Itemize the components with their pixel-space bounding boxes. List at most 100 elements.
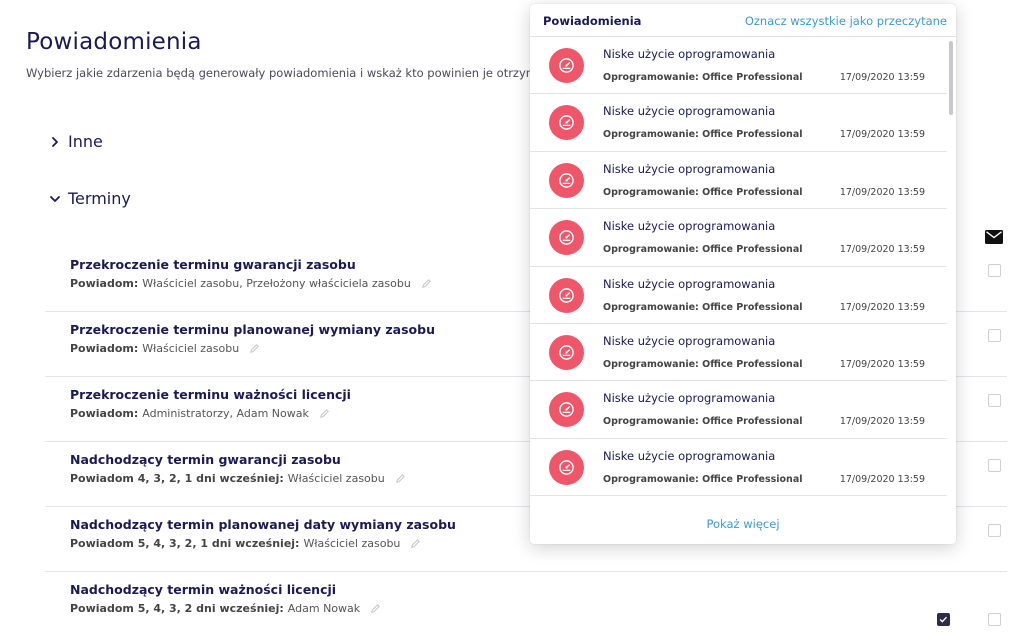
notification-meta: Oprogramowanie: Office Professional xyxy=(603,358,803,370)
notify-checkbox[interactable] xyxy=(988,524,1001,537)
notifications-title: Powiadomienia xyxy=(543,14,642,28)
notification-avatar xyxy=(549,334,584,370)
rule-notify-label: Powiadom 5, 4, 3, 2, 1 dni wcześniej: xyxy=(70,537,300,550)
pencil-icon[interactable] xyxy=(319,408,330,419)
notification-meta: Oprogramowanie: Office Professional xyxy=(603,244,803,256)
notification-time: 17/09/2020 13:59 xyxy=(839,72,925,83)
rule-title: Przekroczenie terminu ważności licencji xyxy=(70,387,351,402)
gauge-icon xyxy=(559,459,574,475)
rule-notify-label: Powiadom 5, 4, 3, 2 dni wcześniej: xyxy=(70,602,284,615)
notification-title: Niske użycie oprogramowania xyxy=(603,391,776,406)
rule-recipient-list: Administratorzy, Adam Nowak xyxy=(142,407,309,420)
rule-recipients: Powiadom 4, 3, 2, 1 dni wcześniej: Właści… xyxy=(70,472,406,485)
section-terminy-label: Terminy xyxy=(68,189,131,208)
rule-notify-label: Powiadom: xyxy=(70,277,139,290)
pencil-icon[interactable] xyxy=(370,603,381,614)
notification-item[interactable]: Niske użycie oprogramowania Oprogramowani… xyxy=(530,152,947,210)
gauge-icon xyxy=(559,58,574,73)
pencil-icon[interactable] xyxy=(395,473,406,484)
notification-meta: Oprogramowanie: Office Professional xyxy=(603,186,803,198)
notification-time: 17/09/2020 13:59 xyxy=(839,129,925,141)
notification-avatar xyxy=(549,48,584,83)
rule-notify-label: Powiadom: xyxy=(70,342,139,355)
notification-title: Niske użycie oprogramowania xyxy=(603,448,776,463)
notifications-panel: Powiadomienia Oznacz wszystkie jako prze… xyxy=(530,4,956,544)
gauge-icon xyxy=(559,402,574,418)
mark-all-read-link[interactable]: Oznacz wszystkie jako przeczytane xyxy=(745,14,947,28)
rule-recipients: Powiadom 5, 4, 3, 2 dni wcześniej: Adam N… xyxy=(70,602,381,615)
notifications-header: Powiadomienia Oznacz wszystkie jako prze… xyxy=(530,4,956,37)
notification-time: 17/09/2020 13:59 xyxy=(839,244,925,256)
gauge-icon xyxy=(559,287,574,303)
notification-meta: Oprogramowanie: Office Professional xyxy=(603,301,803,313)
rule-recipients: Powiadom: Właściciel zasobu, Przełożony w… xyxy=(70,277,432,290)
section-terminy-toggle[interactable]: Terminy xyxy=(48,189,131,208)
rule-title: Nadchodzący termin ważności licencji xyxy=(70,582,337,597)
notification-item[interactable]: Niske użycie oprogramowania Oprogramowani… xyxy=(530,267,947,324)
pencil-icon[interactable] xyxy=(249,343,260,354)
page-subtitle: Wybierz jakie zdarzenia będą generowały … xyxy=(26,66,571,80)
notification-title: Niske użycie oprogramowania xyxy=(603,161,776,176)
notification-meta: Oprogramowanie: Office Professional xyxy=(603,473,803,485)
notification-title: Niske użycie oprogramowania xyxy=(603,47,776,61)
notification-item[interactable]: Niske użycie oprogramowania Oprogramowani… xyxy=(530,439,947,495)
notification-time: 17/09/2020 13:59 xyxy=(839,186,925,198)
notify-checkbox[interactable] xyxy=(988,394,1001,407)
notification-meta: Oprogramowanie: Office Professional xyxy=(603,416,803,428)
gauge-icon xyxy=(559,115,574,131)
notification-avatar xyxy=(549,220,584,256)
rule-title: Przekroczenie terminu planowanej wymiany… xyxy=(70,322,435,337)
show-more-link[interactable]: Pokaż więcej xyxy=(530,517,956,531)
rule-recipients: Powiadom: Administratorzy, Adam Nowak xyxy=(70,407,330,420)
notification-item[interactable]: Niske użycie oprogramowania Oprogramowani… xyxy=(530,381,947,439)
gauge-icon xyxy=(559,345,574,360)
check-icon xyxy=(939,616,947,623)
rule-notify-label: Powiadom: xyxy=(70,407,139,420)
notification-avatar xyxy=(549,162,584,198)
rule-recipient-list: Właściciel zasobu, Przełożony właściciel… xyxy=(142,277,411,290)
gauge-icon xyxy=(559,172,574,188)
notify-checkbox[interactable] xyxy=(988,613,1001,626)
notification-meta: Oprogramowanie: Office Professional xyxy=(603,72,803,83)
mail-icon xyxy=(985,230,1003,244)
notification-item[interactable]: Niske użycie oprogramowania Oprogramowani… xyxy=(530,324,947,382)
rule-title: Nadchodzący termin gwarancji zasobu xyxy=(70,452,341,467)
notify-checkbox[interactable] xyxy=(988,264,1001,277)
notify-checkbox[interactable] xyxy=(988,459,1001,472)
notification-item[interactable]: Niske użycie oprogramowania Oprogramowani… xyxy=(530,37,947,95)
chevron-down-icon xyxy=(50,195,60,202)
notification-title: Niske użycie oprogramowania xyxy=(603,219,776,234)
gauge-icon xyxy=(559,230,574,245)
notification-item[interactable]: Niske użycie oprogramowania Oprogramowani… xyxy=(530,209,947,267)
section-inne-label: Inne xyxy=(68,132,103,151)
page-title: Powiadomienia xyxy=(26,29,202,55)
rule-recipient-list: Adam Nowak xyxy=(287,602,361,615)
notification-time: 17/09/2020 13:59 xyxy=(839,358,925,370)
notifications-list[interactable]: Niske użycie oprogramowania Oprogramowani… xyxy=(530,37,947,496)
notification-item[interactable]: Niske użycie oprogramowania Oprogramowani… xyxy=(530,94,947,152)
email-checkbox[interactable] xyxy=(937,613,950,626)
notification-avatar xyxy=(549,277,584,313)
notification-title: Niske użycie oprogramowania xyxy=(603,104,776,119)
notification-time: 17/09/2020 13:59 xyxy=(839,473,925,485)
rule-title: Nadchodzący termin planowanej daty wymia… xyxy=(70,517,456,532)
pencil-icon[interactable] xyxy=(410,538,421,549)
notification-time: 17/09/2020 13:59 xyxy=(839,416,925,428)
section-inne-toggle[interactable]: Inne xyxy=(48,132,103,151)
rule-recipients: Powiadom 5, 4, 3, 2, 1 dni wcześniej: Wła… xyxy=(70,537,421,550)
notification-avatar xyxy=(549,392,584,428)
notify-checkbox[interactable] xyxy=(988,329,1001,342)
notification-avatar xyxy=(549,449,584,485)
notification-meta: Oprogramowanie: Office Professional xyxy=(603,129,803,141)
notification-title: Niske użycie oprogramowania xyxy=(603,333,776,348)
rule-title: Przekroczenie terminu gwarancji zasobu xyxy=(70,257,356,272)
notification-title: Niske użycie oprogramowania xyxy=(603,276,776,291)
rule-recipient-list: Właściciel zasobu xyxy=(303,537,401,550)
pencil-icon[interactable] xyxy=(421,278,432,289)
rule-recipient-list: Właściciel zasobu xyxy=(142,342,240,355)
notification-avatar xyxy=(549,105,584,141)
notifications-scrollbar[interactable] xyxy=(949,41,953,115)
rule-recipient-list: Właściciel zasobu xyxy=(287,472,385,485)
rule-row: Nadchodzący termin ważności licencji Powi… xyxy=(45,572,1007,634)
rule-notify-label: Powiadom 4, 3, 2, 1 dni wcześniej: xyxy=(70,472,284,485)
